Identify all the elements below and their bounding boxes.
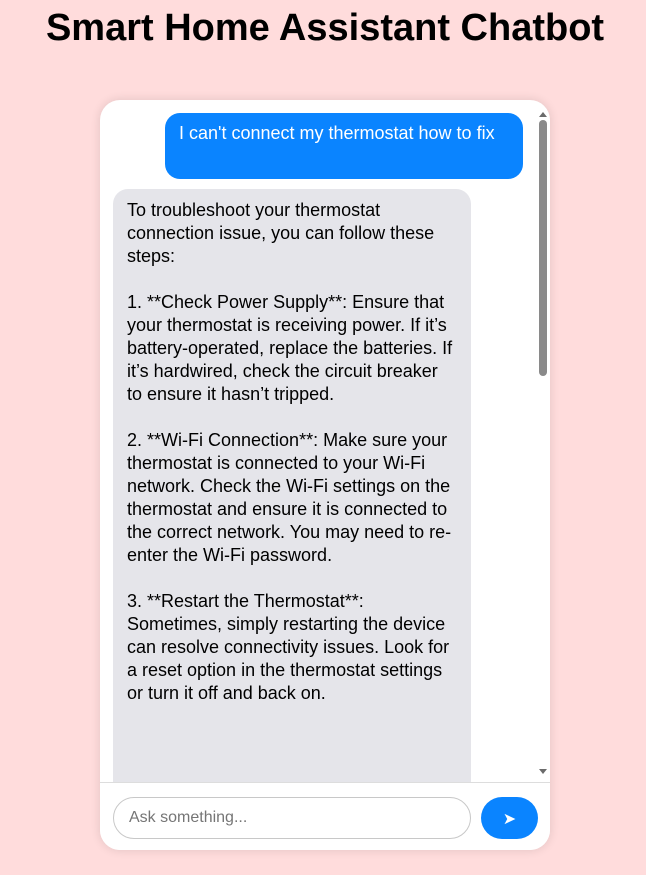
message-list[interactable]: I can't connect my thermostat how to fix…	[100, 100, 550, 782]
bot-message: To troubleshoot your thermostat connecti…	[113, 189, 471, 782]
input-bar: ➤	[100, 782, 550, 850]
send-arrow-icon: ➤	[502, 808, 517, 828]
message-scrollbar[interactable]	[536, 112, 550, 780]
scrollbar-thumb[interactable]	[539, 120, 547, 376]
scroll-up-arrow-icon[interactable]	[539, 112, 547, 117]
scroll-down-arrow-icon[interactable]	[539, 769, 547, 774]
chat-window: I can't connect my thermostat how to fix…	[100, 100, 550, 850]
page-title: Smart Home Assistant Chatbot	[45, 7, 605, 49]
user-message: I can't connect my thermostat how to fix	[165, 113, 523, 179]
send-button[interactable]: ➤	[481, 797, 538, 839]
chat-input[interactable]	[113, 797, 471, 839]
